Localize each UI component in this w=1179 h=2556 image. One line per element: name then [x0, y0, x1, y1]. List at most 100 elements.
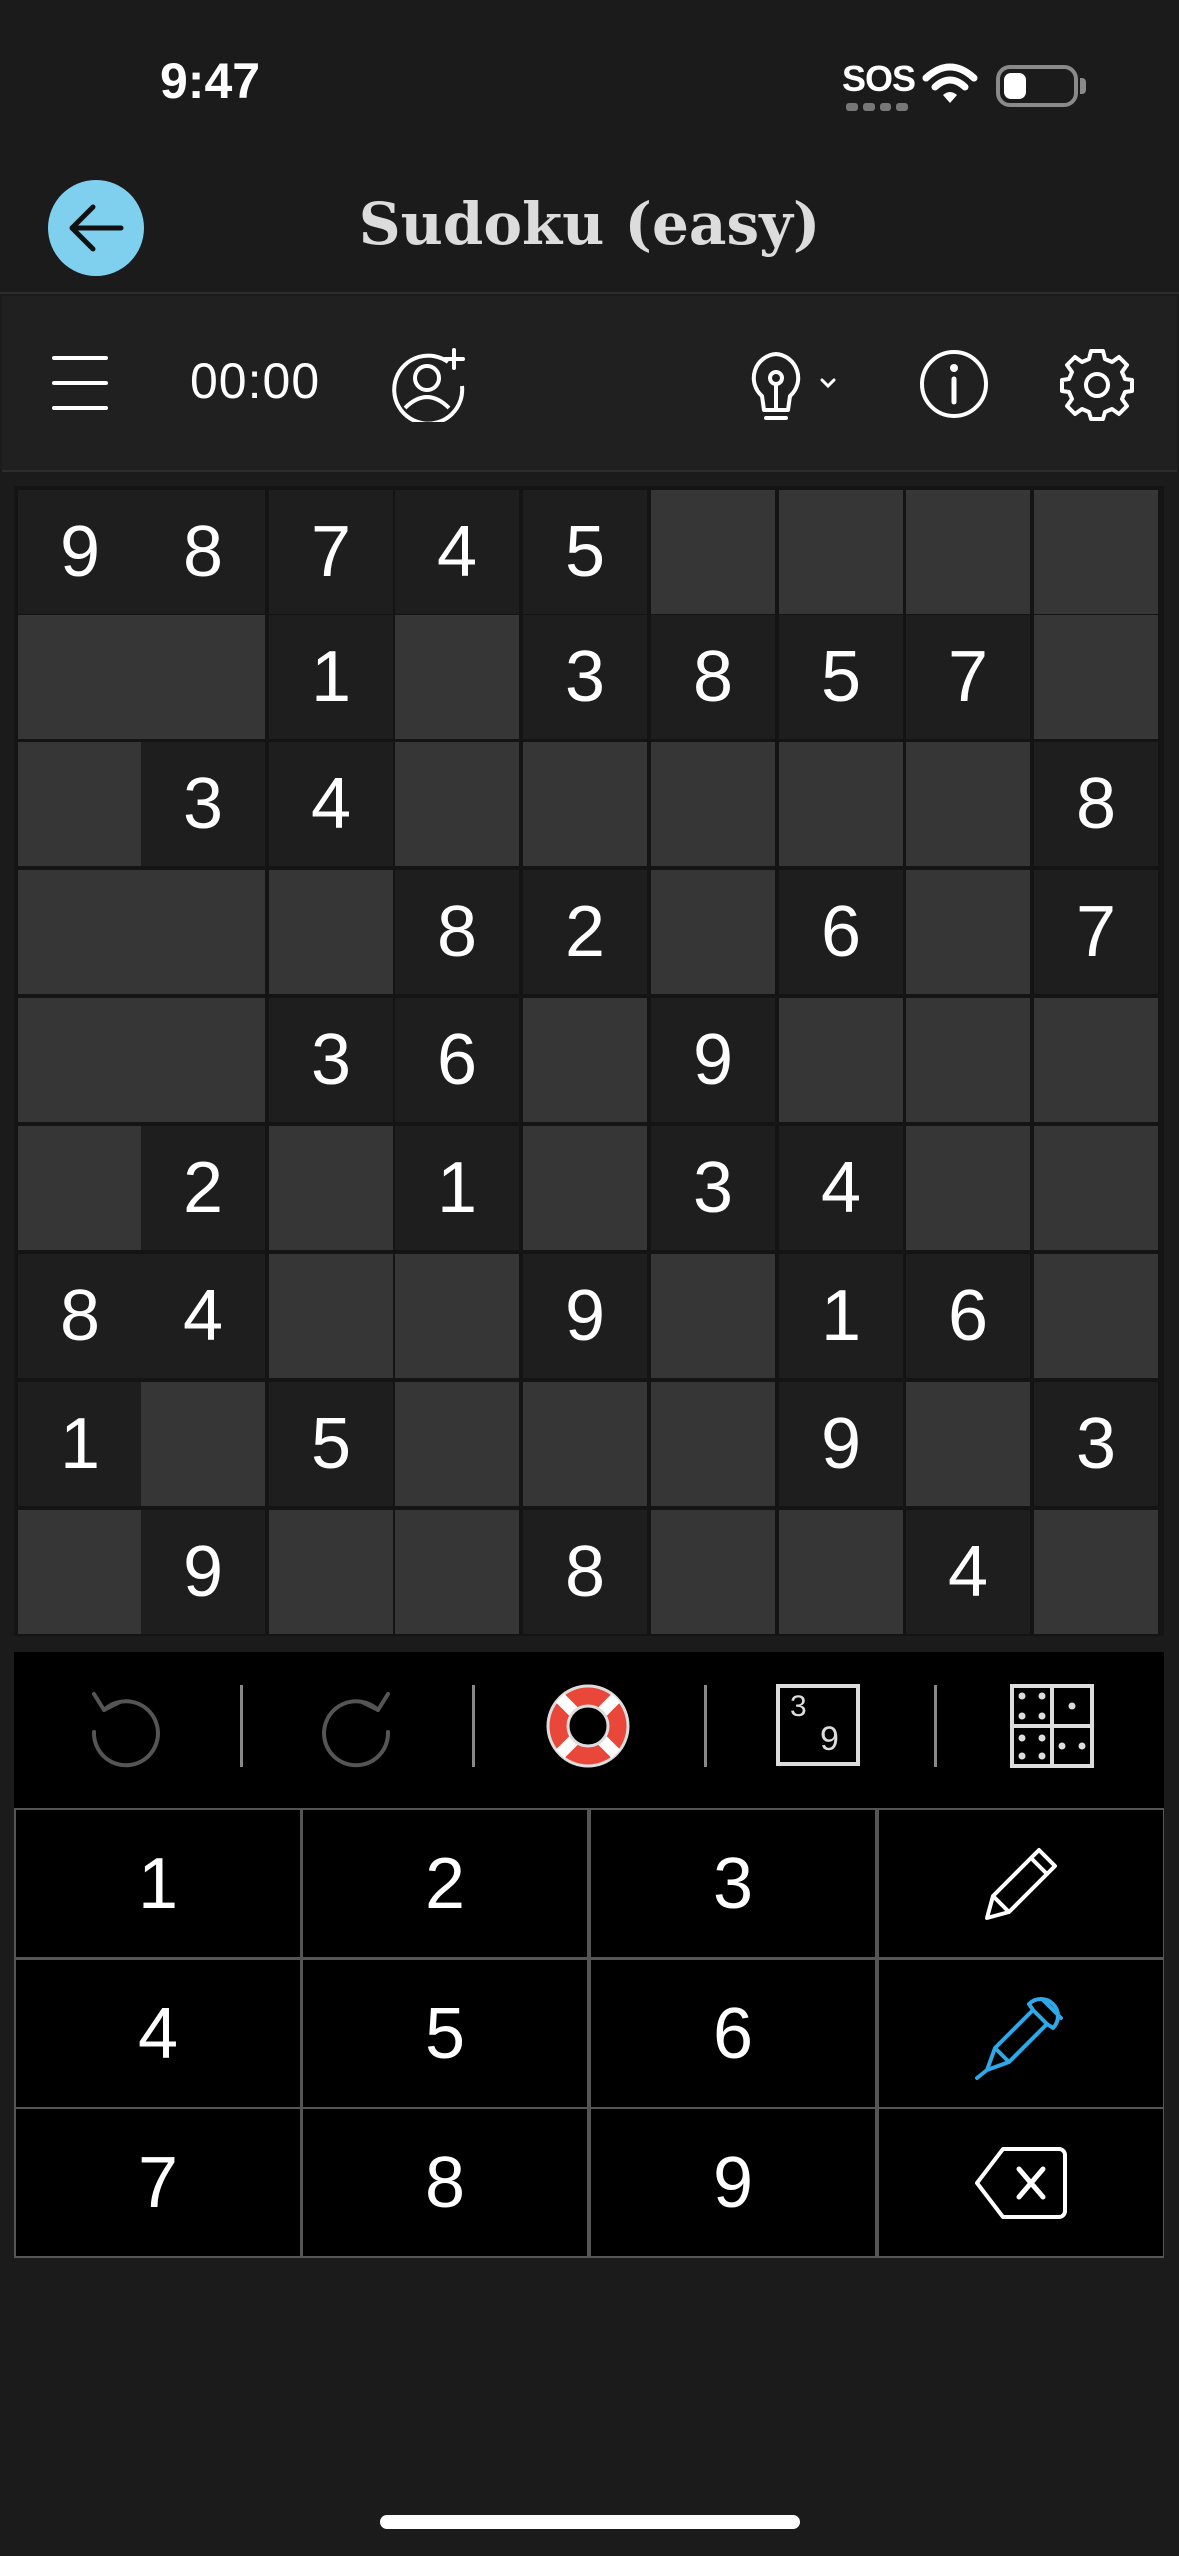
undo-icon[interactable] — [86, 1684, 166, 1768]
sudoku-cell[interactable] — [1034, 998, 1158, 1122]
sudoku-cell[interactable]: 1 — [18, 1382, 142, 1506]
sudoku-cell[interactable]: 8 — [18, 1254, 142, 1378]
sudoku-cell[interactable] — [141, 615, 265, 739]
sudoku-cell[interactable] — [906, 870, 1030, 994]
sudoku-cell[interactable] — [18, 1126, 142, 1250]
sudoku-cell[interactable]: 4 — [395, 490, 519, 614]
sudoku-cell[interactable] — [1034, 1254, 1158, 1378]
sudoku-cell[interactable] — [269, 870, 393, 994]
candidates-icon[interactable]: 3 9 — [776, 1684, 860, 1766]
sudoku-cell[interactable] — [395, 1254, 519, 1378]
sudoku-cell[interactable]: 4 — [779, 1126, 903, 1250]
sudoku-cell[interactable] — [906, 1126, 1030, 1250]
sudoku-cell[interactable]: 3 — [269, 998, 393, 1122]
sudoku-cell[interactable] — [141, 998, 265, 1122]
notes-grid-icon[interactable] — [1010, 1684, 1094, 1768]
sudoku-cell[interactable]: 1 — [779, 1254, 903, 1378]
sudoku-cell[interactable]: 1 — [269, 615, 393, 739]
sudoku-cell[interactable]: 8 — [141, 490, 265, 614]
sudoku-cell[interactable]: 9 — [141, 1510, 265, 1634]
sudoku-cell[interactable]: 4 — [269, 742, 393, 866]
sudoku-cell[interactable]: 6 — [779, 870, 903, 994]
sudoku-cell[interactable] — [1034, 615, 1158, 739]
sudoku-cell[interactable] — [269, 1510, 393, 1634]
sudoku-cell[interactable] — [651, 870, 775, 994]
sudoku-cell[interactable] — [395, 615, 519, 739]
sudoku-cell[interactable] — [395, 1382, 519, 1506]
sudoku-cell[interactable] — [18, 1510, 142, 1634]
sudoku-cell[interactable] — [651, 1510, 775, 1634]
sudoku-cell[interactable]: 3 — [141, 742, 265, 866]
sudoku-cell[interactable]: 8 — [395, 870, 519, 994]
sudoku-cell[interactable] — [523, 998, 647, 1122]
sudoku-cell[interactable]: 8 — [1034, 742, 1158, 866]
sudoku-cell[interactable] — [651, 490, 775, 614]
sudoku-cell[interactable]: 2 — [523, 870, 647, 994]
sudoku-cell[interactable] — [269, 1254, 393, 1378]
sudoku-cell[interactable] — [18, 870, 142, 994]
sudoku-cell[interactable]: 8 — [523, 1510, 647, 1634]
digit-key[interactable]: 2 — [303, 1810, 587, 1957]
lightbulb-icon[interactable] — [744, 348, 844, 424]
sudoku-cell[interactable] — [651, 1254, 775, 1378]
sudoku-cell[interactable] — [18, 742, 142, 866]
sudoku-cell[interactable] — [1034, 1126, 1158, 1250]
sudoku-cell[interactable] — [1034, 490, 1158, 614]
pen-mode-button[interactable] — [879, 1960, 1163, 2107]
sudoku-cell[interactable] — [906, 998, 1030, 1122]
sudoku-cell[interactable]: 4 — [906, 1510, 1030, 1634]
digit-key[interactable]: 6 — [591, 1960, 875, 2107]
sudoku-cell[interactable]: 5 — [523, 490, 647, 614]
sudoku-cell[interactable] — [906, 742, 1030, 866]
sudoku-cell[interactable] — [779, 1510, 903, 1634]
sudoku-cell[interactable] — [779, 998, 903, 1122]
sudoku-cell[interactable] — [779, 490, 903, 614]
sudoku-cell[interactable]: 7 — [906, 615, 1030, 739]
sudoku-cell[interactable] — [18, 615, 142, 739]
add-person-icon[interactable] — [390, 346, 466, 422]
sudoku-cell[interactable] — [523, 1126, 647, 1250]
sudoku-cell[interactable]: 3 — [651, 1126, 775, 1250]
digit-key[interactable]: 8 — [303, 2109, 587, 2256]
sudoku-cell[interactable] — [523, 1382, 647, 1506]
digit-key[interactable]: 3 — [591, 1810, 875, 1957]
sudoku-cell[interactable]: 6 — [395, 998, 519, 1122]
digit-key[interactable]: 7 — [16, 2109, 300, 2256]
gear-icon[interactable] — [1060, 348, 1134, 422]
sudoku-cell[interactable]: 4 — [141, 1254, 265, 1378]
sudoku-cell[interactable] — [779, 742, 903, 866]
sudoku-cell[interactable] — [269, 1126, 393, 1250]
sudoku-cell[interactable]: 3 — [523, 615, 647, 739]
sudoku-cell[interactable]: 7 — [269, 490, 393, 614]
sudoku-cell[interactable]: 9 — [651, 998, 775, 1122]
sudoku-cell[interactable]: 7 — [1034, 870, 1158, 994]
sudoku-cell[interactable]: 2 — [141, 1126, 265, 1250]
sudoku-cell[interactable] — [18, 998, 142, 1122]
redo-icon[interactable] — [316, 1684, 396, 1768]
sudoku-cell[interactable] — [395, 1510, 519, 1634]
digit-key[interactable]: 9 — [591, 2109, 875, 2256]
digit-key[interactable]: 4 — [16, 1960, 300, 2107]
sudoku-cell[interactable]: 5 — [779, 615, 903, 739]
sudoku-cell[interactable] — [651, 742, 775, 866]
sudoku-cell[interactable]: 9 — [18, 490, 142, 614]
sudoku-cell[interactable] — [906, 1382, 1030, 1506]
hamburger-menu-icon[interactable] — [52, 354, 108, 412]
sudoku-cell[interactable] — [141, 1382, 265, 1506]
lifebuoy-icon[interactable] — [544, 1682, 632, 1770]
digit-key[interactable]: 5 — [303, 1960, 587, 2107]
sudoku-cell[interactable] — [395, 742, 519, 866]
sudoku-cell[interactable] — [906, 490, 1030, 614]
sudoku-cell[interactable]: 8 — [651, 615, 775, 739]
digit-key[interactable]: 1 — [16, 1810, 300, 1957]
erase-button[interactable] — [879, 2109, 1163, 2256]
sudoku-cell[interactable] — [141, 870, 265, 994]
sudoku-cell[interactable]: 3 — [1034, 1382, 1158, 1506]
pencil-mode-button[interactable] — [879, 1810, 1163, 1957]
sudoku-cell[interactable]: 9 — [779, 1382, 903, 1506]
info-icon[interactable] — [918, 348, 990, 420]
sudoku-cell[interactable]: 5 — [269, 1382, 393, 1506]
sudoku-cell[interactable]: 6 — [906, 1254, 1030, 1378]
sudoku-cell[interactable]: 9 — [523, 1254, 647, 1378]
sudoku-cell[interactable] — [1034, 1510, 1158, 1634]
